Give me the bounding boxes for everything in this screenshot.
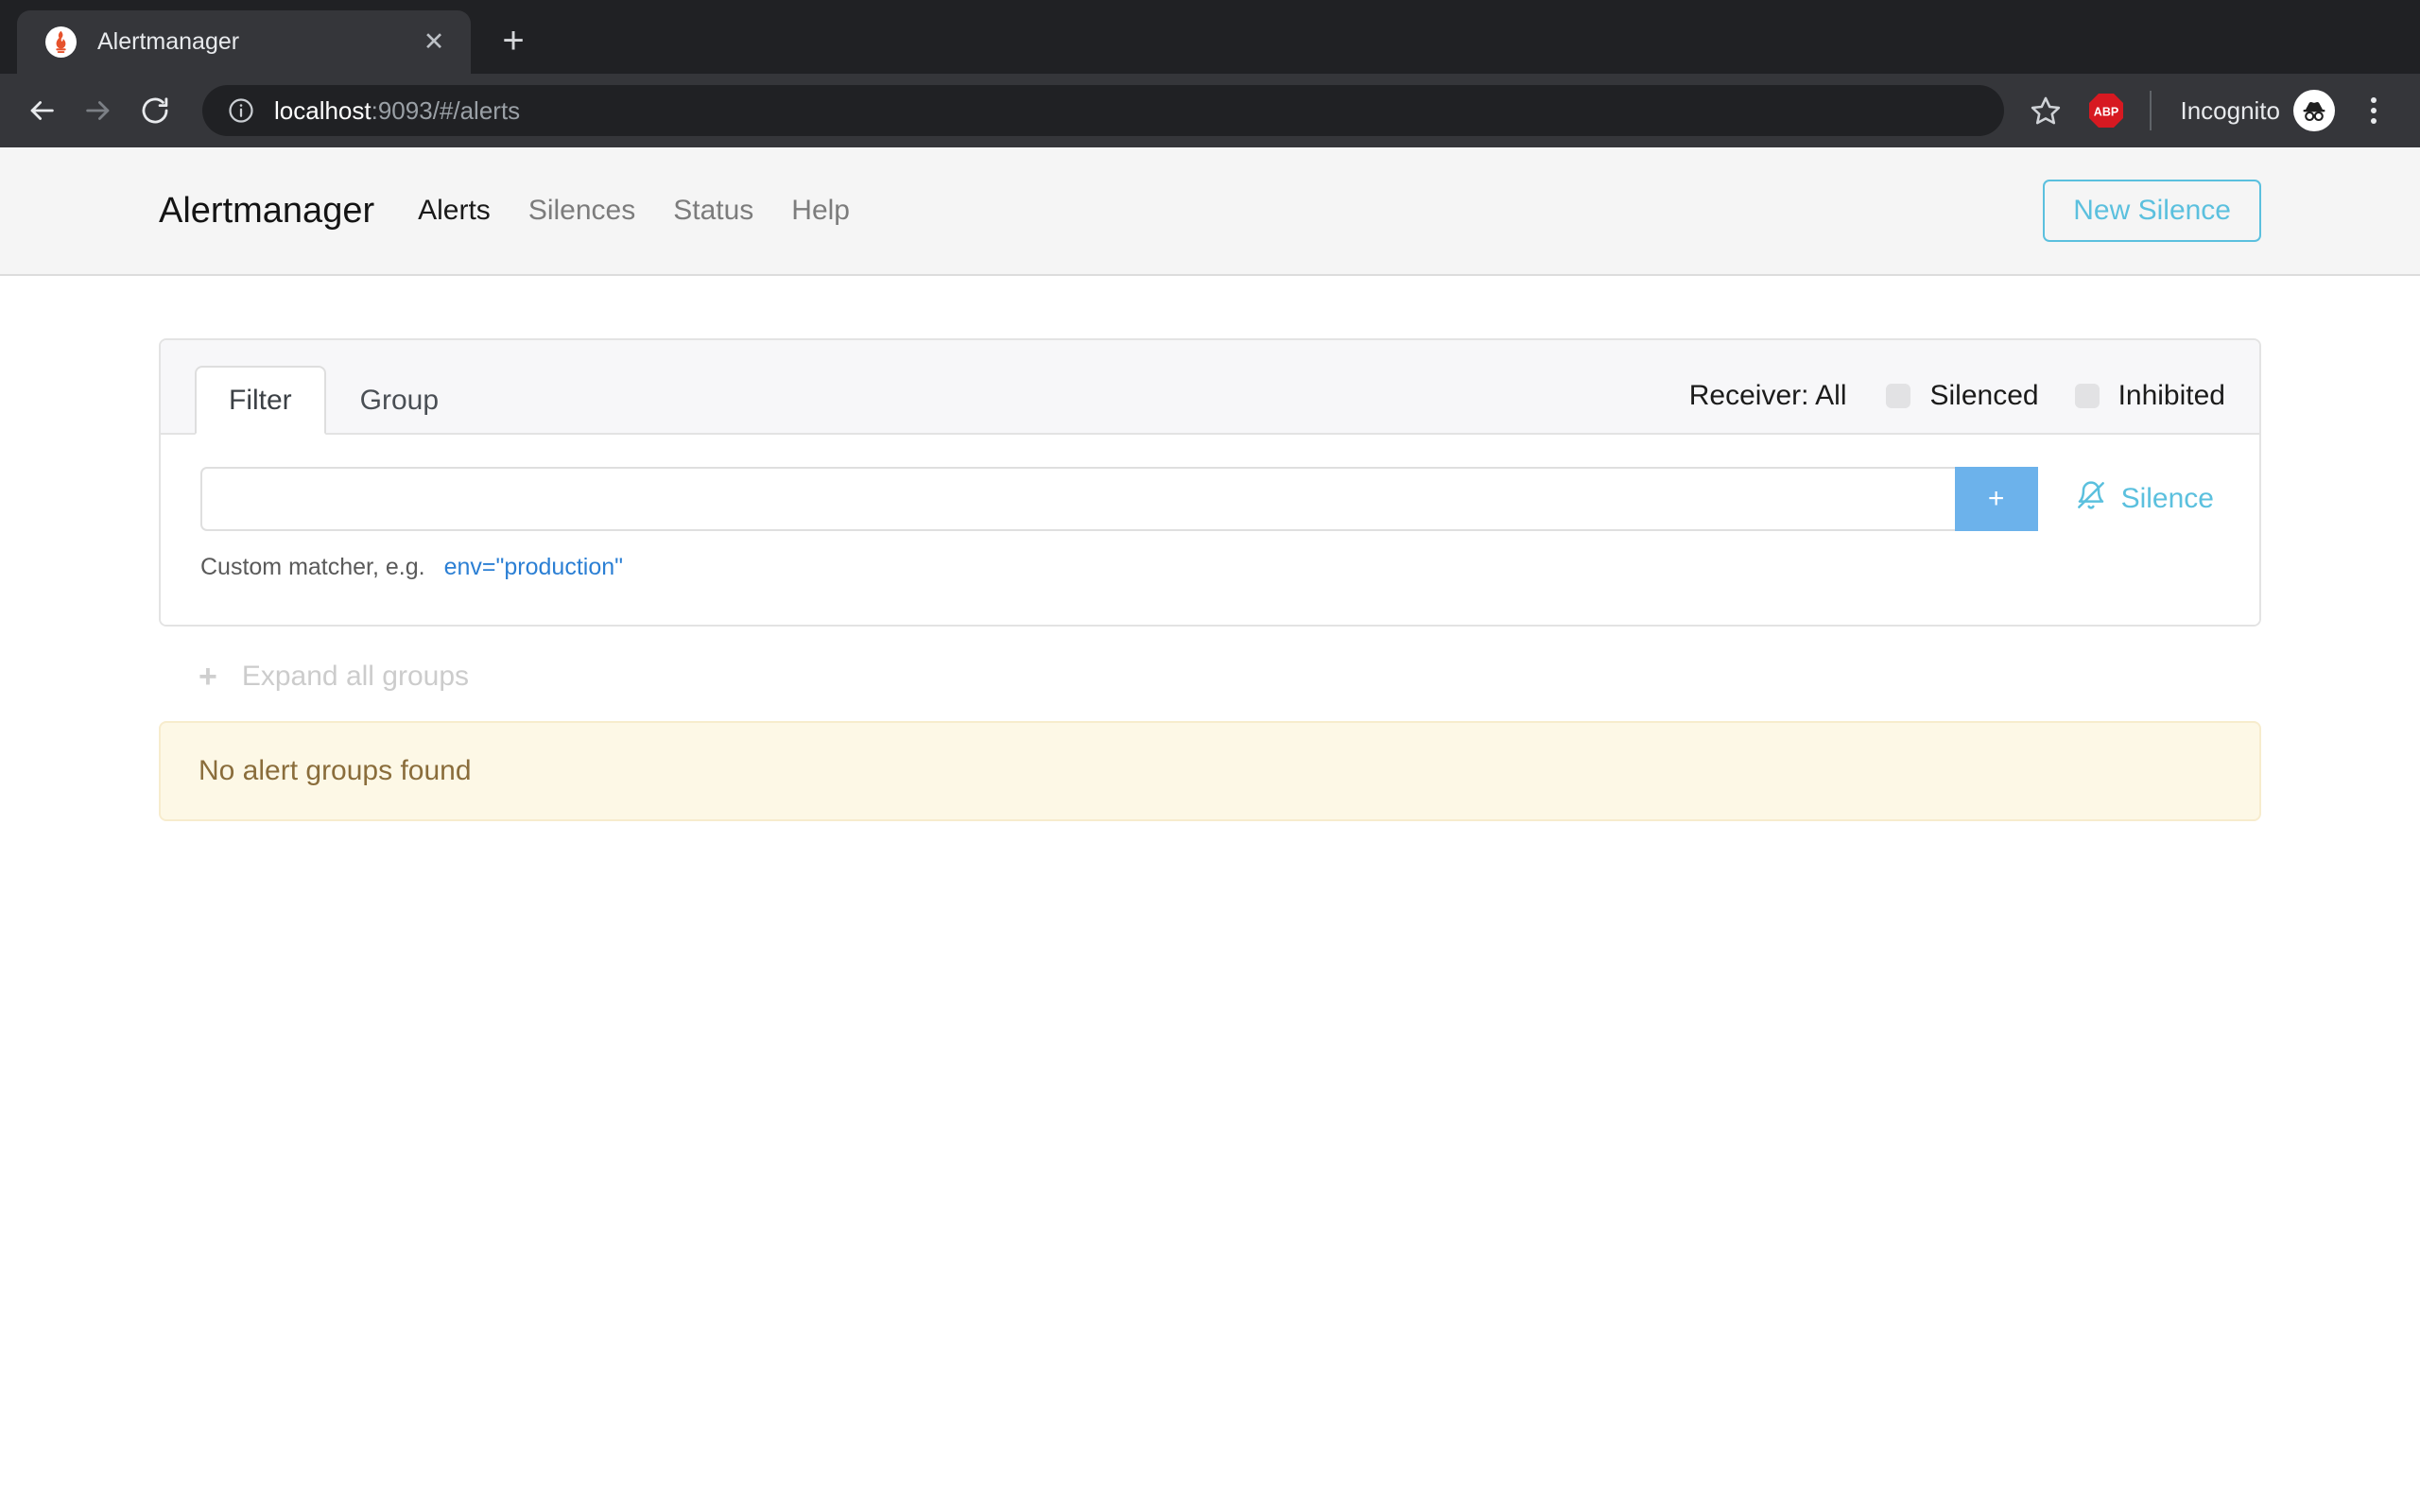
filter-controls: Receiver: All Silenced Inhibited — [1689, 380, 2225, 433]
inhibited-checkbox[interactable] — [2074, 384, 2100, 408]
close-icon[interactable]: ✕ — [418, 26, 450, 59]
incognito-spy-icon[interactable] — [2293, 90, 2335, 131]
page-content: Alertmanager Alerts Silences Status Help… — [0, 147, 2420, 1512]
app-navbar: Alertmanager Alerts Silences Status Help… — [0, 147, 2420, 276]
back-icon[interactable] — [13, 82, 70, 139]
receiver-dropdown[interactable]: Receiver: All — [1689, 380, 1847, 412]
url-text: localhost:9093/#/alerts — [274, 96, 520, 126]
profile-label[interactable]: Incognito — [2180, 96, 2280, 126]
address-bar[interactable]: localhost:9093/#/alerts — [202, 85, 2005, 136]
nav-link-silences[interactable]: Silences — [528, 195, 635, 227]
add-matcher-button[interactable]: + — [1954, 467, 2038, 531]
filter-card-header: Filter Group Receiver: All Silenced Inhi… — [161, 340, 2259, 435]
silenced-label: Silenced — [1929, 380, 2039, 411]
inhibited-label: Inhibited — [2118, 380, 2225, 411]
plus-icon: + — [199, 659, 217, 695]
tab-title: Alertmanager — [97, 28, 240, 55]
nav-link-status[interactable]: Status — [673, 195, 753, 227]
bookmark-star-icon[interactable] — [2017, 82, 2074, 139]
tab-group[interactable]: Group — [326, 366, 473, 435]
filter-card-body: + Silence Custom matcher, e.g. env="prod… — [161, 435, 2259, 625]
expand-all-groups-label: Expand all groups — [241, 661, 470, 692]
toolbar-divider — [2150, 91, 2152, 130]
nav-link-help[interactable]: Help — [791, 195, 850, 227]
app-brand[interactable]: Alertmanager — [159, 191, 374, 232]
info-circle-icon[interactable] — [227, 96, 255, 125]
forward-icon — [70, 82, 127, 139]
url-path: :9093/#/alerts — [371, 95, 521, 125]
no-alert-groups-message: No alert groups found — [159, 721, 2261, 821]
silenced-checkbox[interactable] — [1886, 384, 1911, 408]
browser-menu-icon[interactable] — [2348, 82, 2399, 139]
matcher-input[interactable] — [200, 467, 1955, 531]
new-silence-button[interactable]: New Silence — [2043, 180, 2261, 242]
matcher-help: Custom matcher, e.g. env="production" — [200, 554, 2220, 581]
silence-link-label: Silence — [2120, 483, 2214, 514]
reload-icon[interactable] — [127, 82, 183, 139]
adblock-plus-icon[interactable]: ABP — [2087, 92, 2125, 129]
silence-link[interactable]: Silence — [2070, 467, 2220, 531]
browser-toolbar: localhost:9093/#/alerts ABP Incognito — [0, 74, 2420, 147]
tab-filter[interactable]: Filter — [195, 366, 326, 435]
main-content: Filter Group Receiver: All Silenced Inhi… — [0, 276, 2420, 821]
prometheus-flame-icon — [45, 26, 77, 58]
bell-slash-icon — [2076, 480, 2106, 518]
matcher-help-example[interactable]: env="production" — [444, 554, 623, 581]
filter-card: Filter Group Receiver: All Silenced Inhi… — [159, 338, 2261, 627]
nav-link-alerts[interactable]: Alerts — [418, 195, 491, 227]
browser-tab[interactable]: Alertmanager ✕ — [17, 10, 471, 74]
matcher-row: + Silence — [200, 467, 2220, 531]
browser-chrome: Alertmanager ✕ + localhost:9093/#/alerts… — [0, 0, 2420, 147]
new-tab-button[interactable]: + — [484, 11, 543, 70]
nav-links: Alerts Silences Status Help — [418, 195, 850, 227]
url-host: localhost — [274, 95, 372, 125]
inhibited-toggle[interactable]: Inhibited — [2074, 380, 2225, 412]
svg-text:ABP: ABP — [2094, 106, 2118, 119]
expand-all-groups-button[interactable]: + Expand all groups — [159, 627, 2261, 721]
filter-tabs: Filter Group — [195, 366, 473, 435]
matcher-help-prefix: Custom matcher, e.g. — [200, 554, 425, 580]
tab-strip: Alertmanager ✕ + — [0, 0, 2420, 74]
silenced-toggle[interactable]: Silenced — [1886, 380, 2039, 412]
